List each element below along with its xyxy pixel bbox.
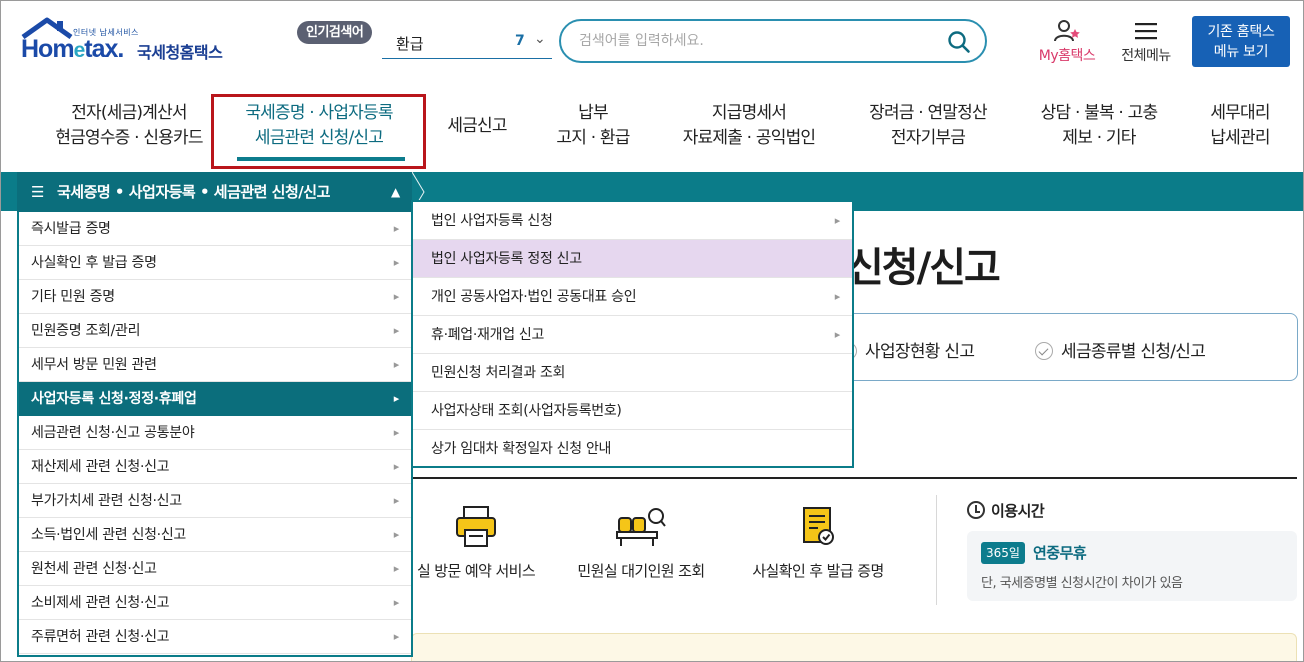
notice-strip [411, 633, 1297, 661]
search-bar [559, 19, 987, 63]
hours-badge: 365일 [981, 542, 1025, 564]
popular-keyword-rank: 7 [515, 33, 525, 49]
chevron-up-icon[interactable]: ▲ [391, 172, 400, 212]
fact-check-certificate-service[interactable]: 사실확인 후 발급 증명 [745, 504, 891, 581]
my-hometax-button[interactable]: My홈택스 [1031, 19, 1103, 65]
user-star-icon [1054, 20, 1080, 42]
submenu-title-bar[interactable]: ☰ 국세증명 • 사업자등록 • 세금관련 신청/신고 ▲ [17, 172, 413, 212]
vertical-divider [936, 495, 937, 605]
hours-info-box: 365일 연중무휴 단, 국세증명별 신청시간이 차이가 있음 [967, 531, 1297, 601]
chevron-right-icon: ▸ [393, 596, 400, 609]
chevron-right-icon: ▸ [834, 214, 841, 227]
hours-heading: 이용시간 [967, 500, 1045, 521]
page-frame: 인터넷 납세서비스 Hometax. 국세청홈택스 인기검색어 환급 7 ⌄ M… [0, 0, 1304, 662]
chevron-right-icon: ▸ [393, 222, 400, 235]
submenu-title: 국세증명 • 사업자등록 • 세금관련 신청/신고 [57, 183, 330, 201]
menu1-item-income-corporate-tax[interactable]: 소득·법인세 관련 신청·신고 ▸ [19, 518, 411, 552]
active-underline [237, 157, 405, 161]
gnb-item-tax-agent[interactable]: 세무대리 납세관리 [1197, 101, 1283, 153]
business-status-report-link[interactable]: 사업장현황 신고 [839, 337, 975, 362]
list-icon: ☰ [31, 183, 44, 201]
all-menu-label: 전체메뉴 [1121, 48, 1171, 64]
gnb-item-payment[interactable]: 납부 고지 · 환급 [543, 101, 643, 153]
menu1-item-instant-cert[interactable]: 즉시발급 증명 ▸ [19, 212, 411, 246]
menu1-item-tax-office-visit[interactable]: 세무서 방문 민원 관련 ▸ [19, 348, 411, 382]
menu2-item-closure-report[interactable]: 휴·폐업·재개업 신고 ▸ [413, 316, 852, 354]
old-hometax-menu-button[interactable]: 기존 홈택스 메뉴 보기 [1192, 16, 1290, 67]
logo-korean-name: 국세청홈택스 [137, 43, 223, 62]
chevron-right-icon: ▸ [393, 528, 400, 541]
clock-icon [967, 501, 985, 519]
waiting-count-service[interactable]: 민원실 대기인원 조회 [571, 504, 711, 581]
chevron-right-icon: ▸ [393, 562, 400, 575]
visit-reservation-service[interactable]: 실 방문 예약 서비스 [411, 504, 541, 581]
hamburger-icon [1135, 23, 1157, 40]
old-menu-line1: 기존 홈택스 [1207, 24, 1275, 40]
popular-keyword-dropdown[interactable]: 환급 7 ⌄ [382, 31, 552, 59]
hours-main: 연중무휴 [1033, 544, 1087, 562]
chevron-right-icon: ▸ [834, 290, 841, 303]
gnb-item-payment-statement[interactable]: 지급명세서 자료제출 · 공익법인 [667, 101, 831, 153]
menu2-item-result-inquiry[interactable]: 민원신청 처리결과 조회 [413, 354, 852, 392]
chevron-right-icon: ▸ [393, 392, 400, 405]
page-title: 신청/신고 [847, 245, 1001, 291]
my-hometax-label: My홈택스 [1038, 48, 1096, 64]
menu1-item-withholding-tax[interactable]: 원천세 관련 신청·신고 ▸ [19, 552, 411, 586]
menu2-item-corp-registration[interactable]: 법인 사업자등록 신청 ▸ [413, 202, 852, 240]
tax-type-report-link[interactable]: 세금종류별 신청/신고 [1035, 337, 1206, 362]
submenu-level2: 법인 사업자등록 신청 ▸ 법인 사업자등록 정정 신고 개인 공동사업자·법인 … [411, 200, 854, 468]
menu2-item-corp-correction[interactable]: 법인 사업자등록 정정 신고 [413, 240, 852, 278]
gnb-item-tax-report[interactable]: 세금신고 [439, 114, 515, 166]
chevron-right-icon: ▸ [393, 324, 400, 337]
section-divider [411, 477, 1297, 479]
hours-note: 단, 국세증명별 신청시간이 차이가 있음 [981, 576, 1183, 591]
menu1-item-fact-check-cert[interactable]: 사실확인 후 발급 증명 ▸ [19, 246, 411, 280]
popular-keyword: 환급 [396, 35, 424, 53]
menu1-item-common-application[interactable]: 세금관련 신청·신고 공통분야 ▸ [19, 416, 411, 450]
menu2-item-status-inquiry[interactable]: 사업자상태 조회(사업자등록번호) [413, 392, 852, 430]
search-icon[interactable] [947, 30, 971, 54]
all-menu-button[interactable]: 전체메뉴 [1113, 19, 1179, 65]
check-circle-icon [1035, 342, 1053, 360]
search-input[interactable] [579, 30, 919, 52]
menu1-item-other-cert[interactable]: 기타 민원 증명 ▸ [19, 280, 411, 314]
menu2-item-lease-date-guide[interactable]: 상가 임대차 확정일자 신청 안내 [413, 430, 852, 468]
menu1-item-property-tax[interactable]: 재산제세 관련 신청·신고 ▸ [19, 450, 411, 484]
chevron-right-icon: ▸ [393, 256, 400, 269]
printer-icon [456, 506, 496, 547]
hometax-logo[interactable]: 인터넷 납세서비스 Hometax. 국세청홈택스 [19, 17, 234, 65]
chevron-down-icon: ⌄ [534, 31, 546, 47]
gnb-item-incentive[interactable]: 장려금 · 연말정산 전자기부금 [855, 101, 1001, 153]
chevron-right-icon: ▸ [393, 426, 400, 439]
chevron-right-icon: ▸ [393, 494, 400, 507]
waiting-chairs-icon [616, 508, 666, 546]
menu1-item-vat[interactable]: 부가가치세 관련 신청·신고 ▸ [19, 484, 411, 518]
menu1-item-business-registration[interactable]: 사업자등록 신청·정정·휴폐업 ▸ [19, 382, 411, 416]
old-menu-line2: 메뉴 보기 [1213, 44, 1269, 60]
popular-search-badge: 인기검색어 [297, 21, 373, 44]
gnb-item-e-invoice[interactable]: 전자(세금)계산서 현금영수증 · 신용카드 [39, 101, 219, 153]
menu1-item-liquor-license[interactable]: 주류면허 관련 신청·신고 ▸ [19, 620, 411, 654]
chevron-right-icon: ▸ [834, 328, 841, 341]
chevron-right-icon: ▸ [393, 290, 400, 303]
menu1-item-consumption-tax[interactable]: 소비제세 관련 신청·신고 ▸ [19, 586, 411, 620]
certificate-scroll-icon [803, 507, 834, 545]
chevron-right-icon: ▸ [393, 460, 400, 473]
logo-wordmark: Hometax. [21, 35, 124, 63]
chevron-right-icon: ▸ [393, 358, 400, 371]
chevron-right-icon: ▸ [393, 630, 400, 643]
menu2-item-joint-approval[interactable]: 개인 공동사업자·법인 공동대표 승인 ▸ [413, 278, 852, 316]
submenu-level1: 즉시발급 증명 ▸ 사실확인 후 발급 증명 ▸ 기타 민원 증명 ▸ 민원증명 조회… [17, 212, 413, 657]
gnb-item-consulting[interactable]: 상담 · 불복 · 고충 제보 · 기타 [1025, 101, 1173, 153]
menu1-item-cert-management[interactable]: 민원증명 조회/관리 ▸ [19, 314, 411, 348]
